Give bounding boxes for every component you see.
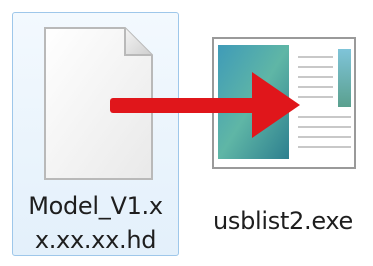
file-item-model-hd[interactable]: Model_V1.xx.xx.xx.hd	[12, 12, 179, 256]
file-name-label: usblist2.exe	[212, 207, 354, 235]
file-explorer-view: Model_V1.xx.xx.xx.hd usblist2.exe	[0, 0, 373, 266]
application-icon	[212, 37, 356, 169]
file-item-usblist2-exe[interactable]: usblist2.exe	[198, 12, 368, 256]
document-icon	[44, 27, 153, 180]
file-name-label: Model_V1.xx.xx.xx.hd	[28, 192, 163, 254]
